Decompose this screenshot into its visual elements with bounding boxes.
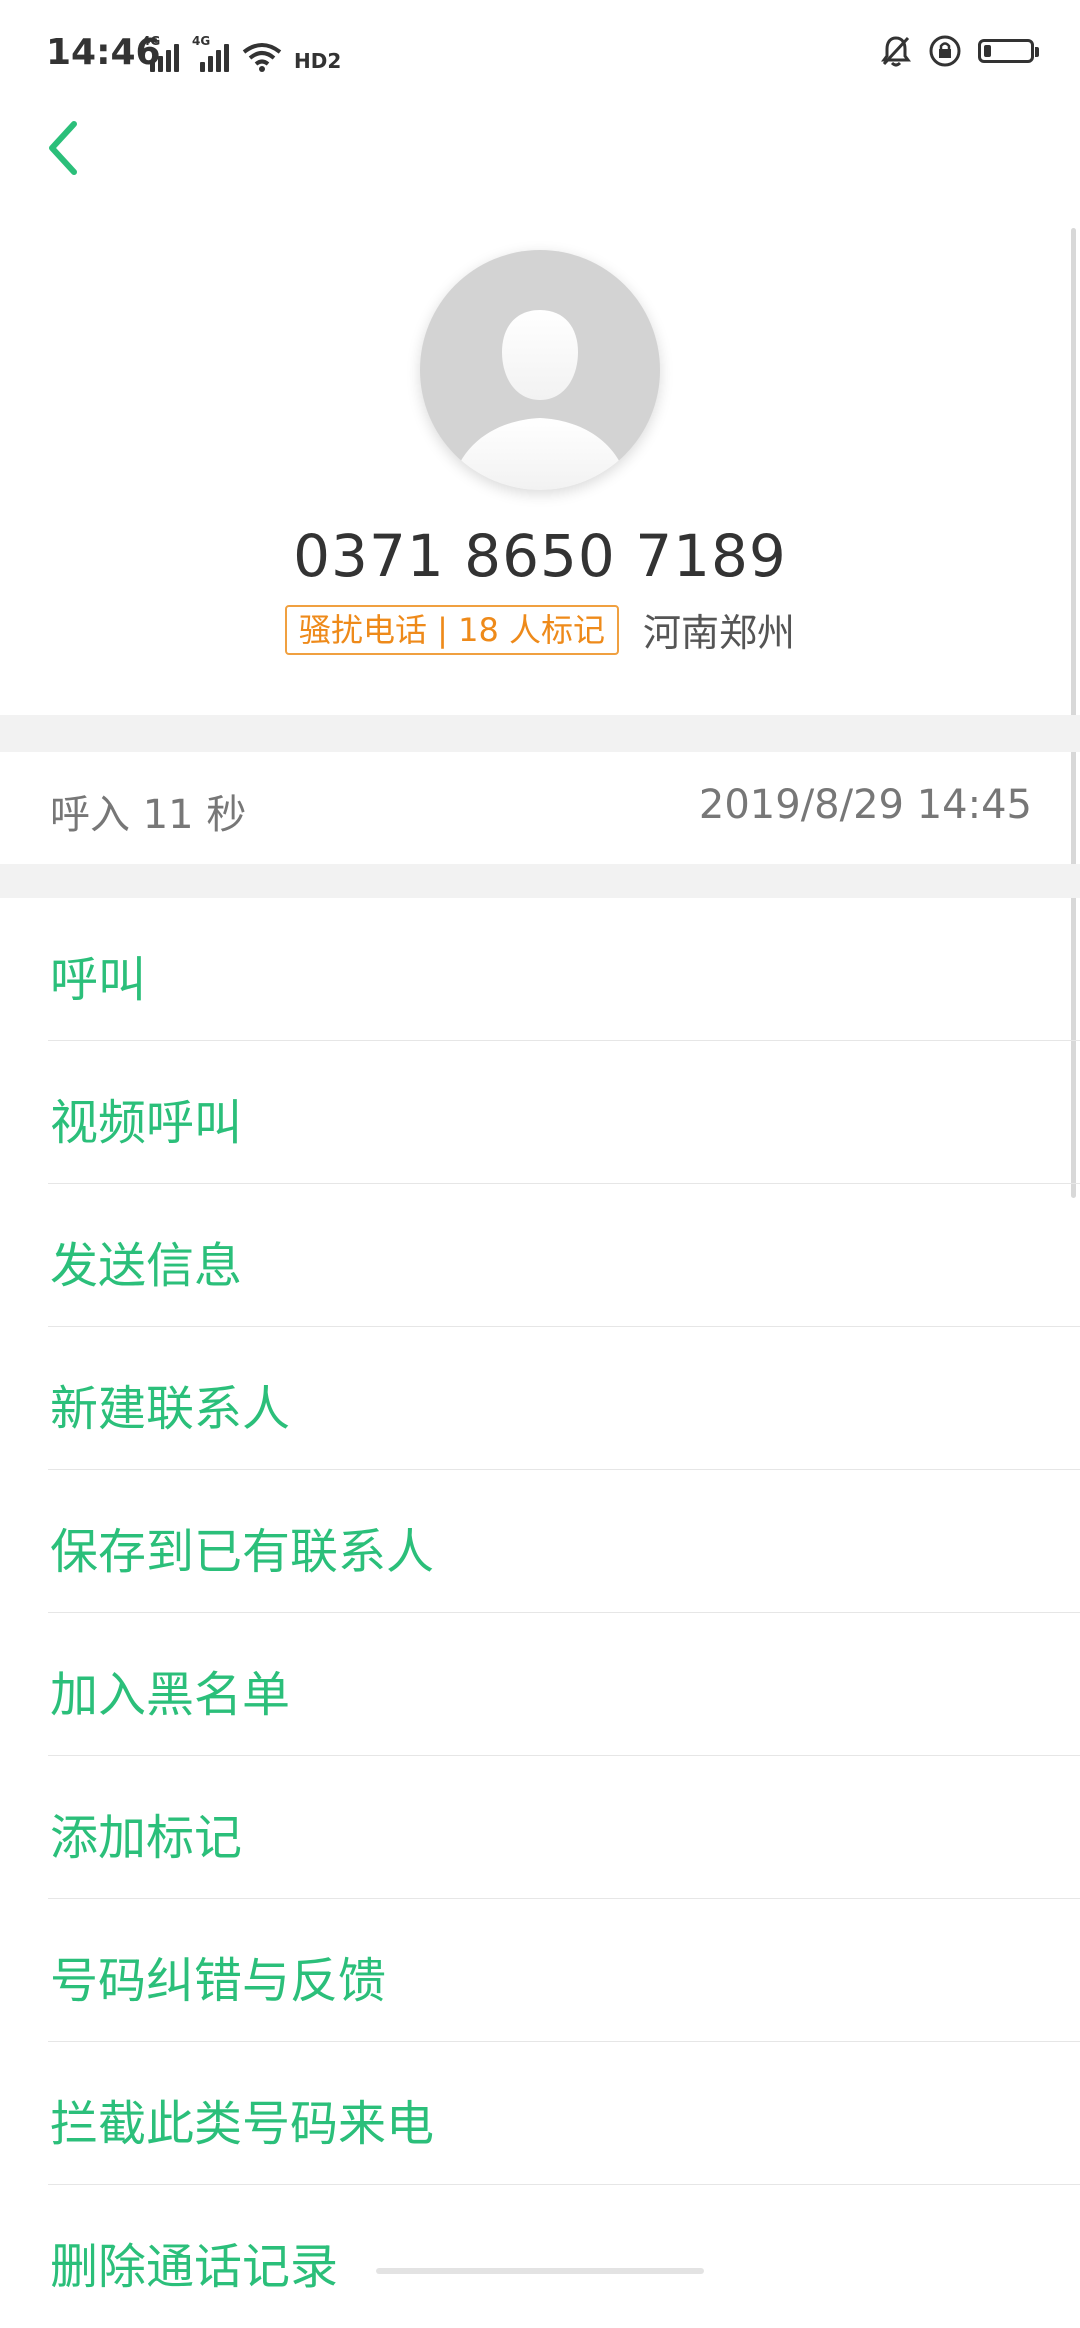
avatar	[420, 250, 660, 490]
action-label: 加入黑名单	[50, 1667, 291, 1723]
delete-call-log-action[interactable]: 删除通话记录	[0, 2185, 1080, 2328]
action-label: 拦截此类号码来电	[50, 2096, 435, 2152]
action-label: 删除通话记录	[50, 2239, 339, 2295]
action-label: 号码纠错与反馈	[50, 1953, 387, 2009]
back-button[interactable]	[28, 108, 98, 188]
action-label: 视频呼叫	[50, 1095, 243, 1151]
wifi-icon	[242, 43, 282, 72]
action-label: 呼叫	[50, 952, 147, 1008]
action-label: 保存到已有联系人	[50, 1524, 435, 1580]
phone-number: 0371 8650 7189	[293, 522, 787, 590]
call-action[interactable]: 呼叫	[0, 898, 1080, 1041]
block-similar-calls-action[interactable]: 拦截此类号码来电	[0, 2042, 1080, 2185]
number-correction-feedback-action[interactable]: 号码纠错与反馈	[0, 1899, 1080, 2042]
send-message-action[interactable]: 发送信息	[0, 1184, 1080, 1327]
action-label: 发送信息	[50, 1238, 243, 1294]
bell-off-icon	[881, 36, 911, 67]
status-bar: 14:46 4G 4G HD2	[0, 0, 1080, 112]
default-person-avatar-icon	[450, 310, 630, 490]
video-call-action[interactable]: 视频呼叫	[0, 1041, 1080, 1184]
action-label: 新建联系人	[50, 1381, 291, 1437]
call-datetime: 2019/8/29 14:45	[698, 782, 1032, 828]
network-type-label: 4G	[192, 34, 211, 48]
location-label: 河南郑州	[643, 611, 796, 655]
status-icons-left: 4G 4G HD2	[142, 34, 340, 72]
tag-row: 骚扰电话 | 18 人标记 河南郑州	[0, 602, 1080, 657]
call-direction-duration: 呼入 11 秒	[50, 792, 247, 838]
hd-voice-icon: HD2	[294, 49, 340, 72]
status-icons-right	[880, 34, 1039, 68]
signal-icon: 4G	[142, 34, 182, 72]
action-label: 添加标记	[50, 1810, 243, 1866]
chevron-left-icon	[49, 121, 77, 175]
lock-rotation-icon	[929, 35, 961, 67]
spam-tag-badge: 骚扰电话 | 18 人标记	[284, 604, 619, 655]
save-to-existing-contact-action[interactable]: 保存到已有联系人	[0, 1470, 1080, 1613]
section-divider	[0, 715, 1080, 752]
new-contact-action[interactable]: 新建联系人	[0, 1327, 1080, 1470]
add-mark-action[interactable]: 添加标记	[0, 1756, 1080, 1899]
signal-icon: 4G	[192, 34, 232, 72]
network-type-label: 4G	[142, 34, 161, 48]
add-to-blacklist-action[interactable]: 加入黑名单	[0, 1613, 1080, 1756]
hd-label: HD2	[294, 49, 340, 72]
battery-icon	[978, 39, 1039, 63]
action-list: 呼叫 视频呼叫 发送信息 新建联系人 保存到已有联系人 加入黑名单 添加标记 号…	[0, 898, 1080, 2328]
call-record-row: 呼入 11 秒 2019/8/29 14:45	[0, 752, 1080, 864]
navigation-gesture-bar[interactable]	[376, 2268, 704, 2274]
section-divider	[0, 864, 1080, 898]
